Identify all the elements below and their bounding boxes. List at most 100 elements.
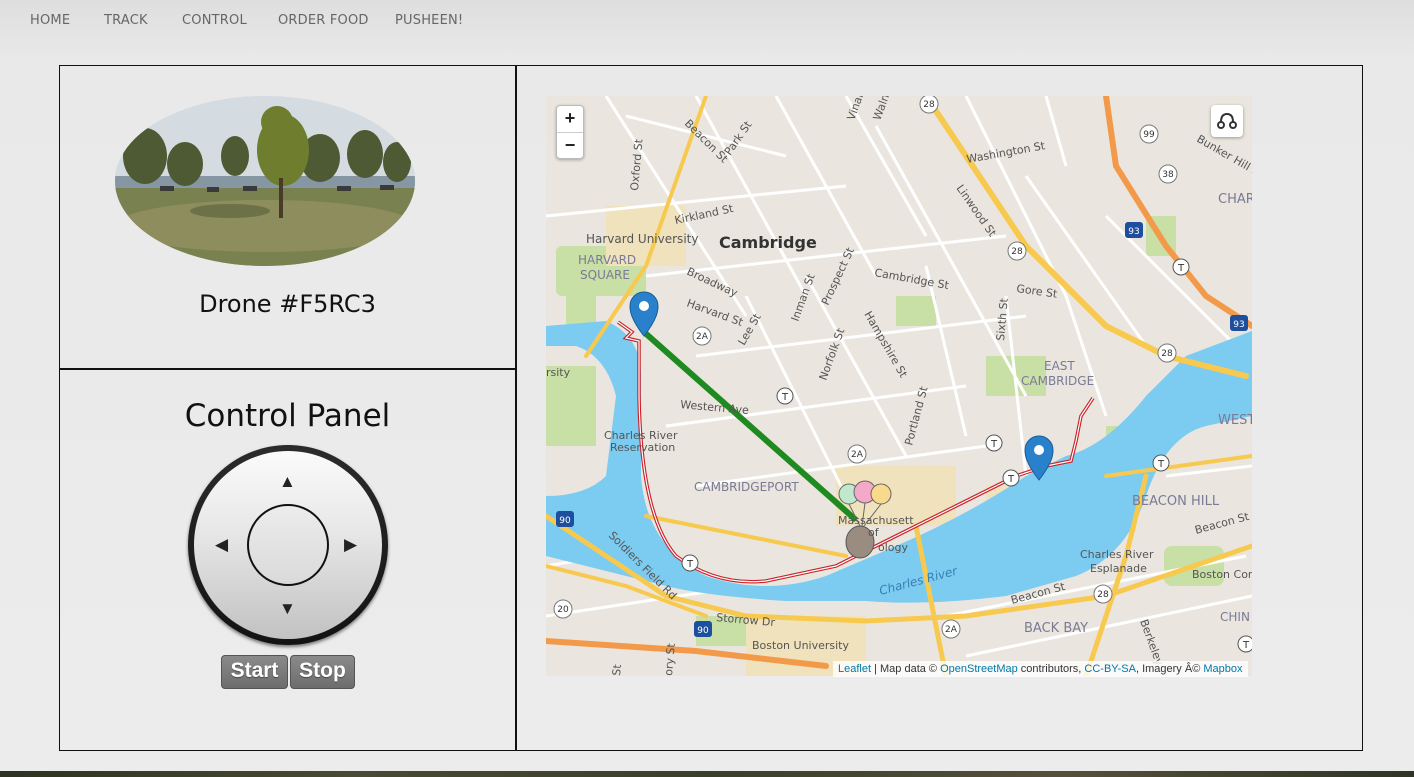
transit-icon: T (1152, 454, 1170, 472)
label-inman-st: Inman St (789, 271, 818, 323)
label-rsity: rsity (546, 366, 571, 379)
label-harvard-square-1: HARVARD (578, 253, 636, 267)
zoom-out-button[interactable]: − (557, 132, 583, 159)
label-waln: Waln (871, 96, 892, 122)
zoom-control: + − (556, 105, 584, 159)
dpad-center-button[interactable] (247, 504, 329, 586)
label-sixth-st: Sixth St (994, 297, 1011, 341)
label-cambridgeport: CAMBRIDGEPORT (694, 480, 799, 494)
label-cr-esplanade-2: Esplanade (1090, 562, 1147, 575)
label-beacon-hill: BEACON HILL (1132, 494, 1220, 509)
label-mit-2: ology (878, 541, 908, 554)
svg-text:90: 90 (697, 626, 709, 636)
label-chin: CHIN (1220, 610, 1250, 624)
label-east-cambridge-2: CAMBRIDGE (1021, 374, 1094, 388)
label-west: WEST (1218, 413, 1252, 428)
attribution-contrib: contributors, (1017, 663, 1085, 675)
label-harvard-square-2: SQUARE (580, 268, 630, 282)
svg-text:T: T (990, 439, 998, 450)
map-view[interactable]: Cambridge Harvard University HARVARD SQU… (546, 96, 1252, 676)
label-norfolk-st: Norfolk St (817, 326, 848, 382)
svg-text:T: T (1007, 474, 1015, 485)
svg-text:20: 20 (557, 605, 569, 615)
label-cr-reservation-2: Reservation (610, 441, 675, 454)
route-28-shield: 28 (1157, 343, 1177, 363)
label-kirkland-st: Kirkland St (673, 202, 735, 227)
down-arrow-icon[interactable]: ▼ (279, 600, 296, 617)
route-20-shield: 20 (553, 599, 573, 619)
label-boston-university: Boston University (752, 639, 849, 652)
svg-text:T: T (686, 559, 694, 570)
svg-text:2A: 2A (945, 625, 958, 635)
label-beacon-st-right: Beacon St (1193, 510, 1251, 537)
leaflet-link[interactable]: Leaflet (838, 663, 871, 675)
route-38-shield: 38 (1158, 164, 1178, 184)
start-button[interactable]: Start (221, 655, 288, 689)
left-arrow-icon[interactable]: ◀ (215, 536, 228, 553)
svg-text:28: 28 (1097, 590, 1109, 600)
label-mit-3: of (868, 526, 880, 539)
label-cr-esplanade-1: Charles River (1080, 548, 1154, 561)
svg-text:2A: 2A (851, 450, 864, 460)
route-28-shield: 28 (919, 96, 939, 114)
right-arrow-icon[interactable]: ▶ (344, 536, 357, 553)
label-broadway: Broadway (685, 265, 740, 300)
nav-pusheen[interactable]: PUSHEEN! (395, 13, 463, 28)
svg-text:93: 93 (1128, 227, 1139, 237)
route-2a-shield: 2A (941, 619, 961, 639)
route-layers-icon (1217, 112, 1237, 129)
nav-control[interactable]: CONTROL (182, 13, 247, 28)
bottom-background-strip (0, 771, 1414, 777)
zoom-in-button[interactable]: + (557, 106, 583, 132)
nav-home[interactable]: HOME (30, 13, 70, 28)
svg-text:T: T (1177, 263, 1185, 274)
label-char: CHAR (1218, 192, 1252, 207)
route-28-shield: 28 (1093, 584, 1113, 604)
transit-icon: T (1002, 469, 1020, 487)
transit-icon: T (776, 387, 794, 405)
svg-text:28: 28 (923, 100, 935, 110)
route-99-shield: 99 (1139, 124, 1159, 144)
start-marker-icon[interactable] (629, 291, 659, 337)
label-cambridge: Cambridge (719, 233, 817, 252)
nav-track[interactable]: TRACK (104, 13, 148, 28)
cc-link[interactable]: CC-BY-SA (1084, 663, 1136, 675)
up-arrow-icon[interactable]: ▲ (279, 473, 296, 490)
stop-button[interactable]: Stop (290, 655, 355, 689)
map-attribution: Leaflet | Map data © OpenStreetMap contr… (833, 661, 1248, 677)
label-gore-st: Gore St (1016, 282, 1059, 301)
transit-icon: T (1237, 635, 1252, 653)
label-western-ave: Western Ave (680, 398, 750, 417)
label-back-bay: BACK BAY (1024, 621, 1088, 636)
interstate-90-shield: 90 (556, 511, 574, 527)
label-bunker-hill-st: Bunker Hill St (1195, 132, 1253, 181)
vertical-divider (515, 65, 517, 751)
label-oxford-st: Oxford St (628, 138, 646, 191)
label-east-cambridge-1: EAST (1044, 359, 1075, 373)
transit-icon: T (985, 434, 1003, 452)
drone-camera-photo (115, 96, 415, 266)
label-washington-st: Washington St (966, 139, 1047, 166)
transit-icon: T (681, 554, 699, 572)
mapbox-link[interactable]: Mapbox (1203, 663, 1242, 675)
label-st: St (610, 663, 624, 676)
horizontal-divider (59, 368, 516, 370)
interstate-93-shield: 93 (1230, 315, 1248, 331)
label-ory-st: ory St (662, 642, 678, 676)
route-2a-shield: 2A (692, 326, 712, 346)
label-harvard-university: Harvard University (586, 232, 698, 246)
label-boston-common: Boston Comm (1192, 568, 1252, 581)
osm-link[interactable]: OpenStreetMap (940, 663, 1018, 675)
svg-text:T: T (781, 392, 789, 403)
layers-button[interactable] (1211, 105, 1243, 137)
svg-text:28: 28 (1011, 247, 1023, 257)
label-cambridge-st: Cambridge St (873, 266, 950, 292)
control-panel-title: Control Panel (184, 398, 391, 434)
route-28-shield: 28 (1007, 241, 1027, 261)
attribution-imagery: , Imagery Â© (1135, 663, 1204, 675)
interstate-93-shield: 93 (1125, 222, 1143, 238)
svg-text:T: T (1242, 640, 1250, 651)
nav-order-food[interactable]: ORDER FOOD (278, 13, 369, 28)
svg-text:93: 93 (1233, 320, 1244, 330)
svg-text:90: 90 (559, 516, 571, 526)
